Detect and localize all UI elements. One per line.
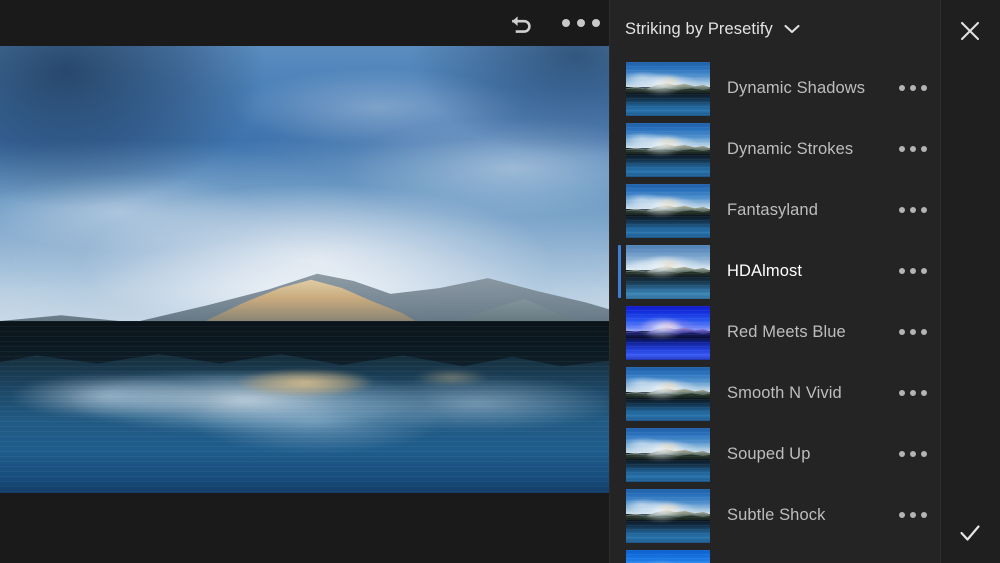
confirm-button[interactable] [950, 513, 990, 553]
thumbnail-layer [626, 427, 710, 482]
preset-list[interactable]: Dynamic Shadows Dynamic Strokes Fantasylan… [610, 58, 940, 563]
thumbnail-layer [626, 61, 710, 116]
preset-name-label: Dynamic Strokes [727, 140, 854, 158]
preset-name-label: Souped Up [727, 445, 811, 463]
preset-more-button[interactable] [895, 375, 931, 411]
preset-thumbnail[interactable] [626, 305, 710, 360]
photo-sky-shadow-left [0, 46, 366, 252]
preset-name-label: Dynamic Shadows [727, 79, 866, 97]
row-more-options-icon [899, 207, 927, 213]
preset-thumbnail[interactable] [626, 366, 710, 421]
close-button[interactable] [950, 11, 990, 51]
preset-row[interactable]: Dynamic Shadows [610, 58, 940, 119]
preset-row[interactable]: HDAlmost [610, 241, 940, 302]
preset-name-label: Subtle Shock [727, 506, 826, 524]
preset-more-button[interactable] [895, 192, 931, 228]
preset-row[interactable]: Smooth N Vivid [610, 363, 940, 424]
row-more-options-icon [899, 451, 927, 457]
preset-thumbnail[interactable] [626, 427, 710, 482]
preset-name-label: Fantasyland [727, 201, 818, 219]
editor-area [0, 0, 610, 563]
row-more-options-icon [899, 268, 927, 274]
preset-row[interactable]: Subtle Shock [610, 485, 940, 546]
preset-group-title: Striking by Presetify [625, 19, 773, 38]
preset-name-label: Smooth N Vivid [727, 384, 842, 402]
preset-row[interactable]: Dynamic Strokes [610, 119, 940, 180]
preset-more-button[interactable] [895, 131, 931, 167]
thumbnail-layer [626, 122, 710, 177]
preset-thumbnail[interactable] [626, 61, 710, 116]
chevron-down-icon [784, 24, 800, 34]
photo-image [0, 46, 610, 493]
row-more-options-icon [899, 85, 927, 91]
thumbnail-layer [626, 488, 710, 543]
preset-name-label: HDAlmost [727, 262, 803, 280]
preset-more-button[interactable] [895, 436, 931, 472]
preset-name-label: Red Meets Blue [727, 323, 846, 341]
rail-divider [940, 0, 941, 563]
photo-sky-shadow-right [329, 46, 610, 198]
thumbnail-layer [626, 549, 710, 563]
preset-thumbnail[interactable] [626, 549, 710, 563]
photo-canvas[interactable] [0, 46, 610, 493]
editor-toolbar [0, 0, 610, 46]
presets-panel: Striking by Presetify Dynamic Shadows Dyn… [610, 0, 940, 563]
preset-group-selector[interactable]: Striking by Presetify [610, 0, 940, 58]
thumbnail-layer [626, 305, 710, 360]
row-more-options-icon [899, 390, 927, 396]
selected-indicator [618, 245, 621, 298]
row-more-options-icon [899, 329, 927, 335]
preset-thumbnail[interactable] [626, 244, 710, 299]
editor-more-button[interactable] [558, 0, 604, 46]
undo-arrow-icon [511, 16, 531, 33]
photo-water-ripples [0, 320, 610, 493]
close-icon [960, 21, 980, 41]
preset-row[interactable]: Red Meets Blue [610, 302, 940, 363]
thumbnail-layer [626, 183, 710, 238]
checkmark-icon [960, 525, 980, 541]
preset-more-button[interactable] [895, 314, 931, 350]
app-root: Striking by Presetify Dynamic Shadows Dyn… [0, 0, 1000, 563]
more-options-icon [562, 19, 600, 27]
row-more-options-icon [899, 512, 927, 518]
thumbnail-layer [626, 366, 710, 421]
preset-row[interactable]: Souped Up [610, 424, 940, 485]
preset-more-button[interactable] [895, 253, 931, 289]
action-rail [940, 0, 1000, 563]
preset-thumbnail[interactable] [626, 488, 710, 543]
photo-water [0, 320, 610, 493]
preset-thumbnail[interactable] [626, 183, 710, 238]
preset-more-button[interactable] [895, 70, 931, 106]
preset-thumbnail[interactable] [626, 122, 710, 177]
thumbnail-layer [626, 244, 710, 299]
undo-button[interactable] [498, 0, 544, 46]
preset-more-button[interactable] [895, 497, 931, 533]
preset-row[interactable]: Fantasyland [610, 180, 940, 241]
preset-row[interactable] [610, 546, 940, 563]
row-more-options-icon [899, 146, 927, 152]
